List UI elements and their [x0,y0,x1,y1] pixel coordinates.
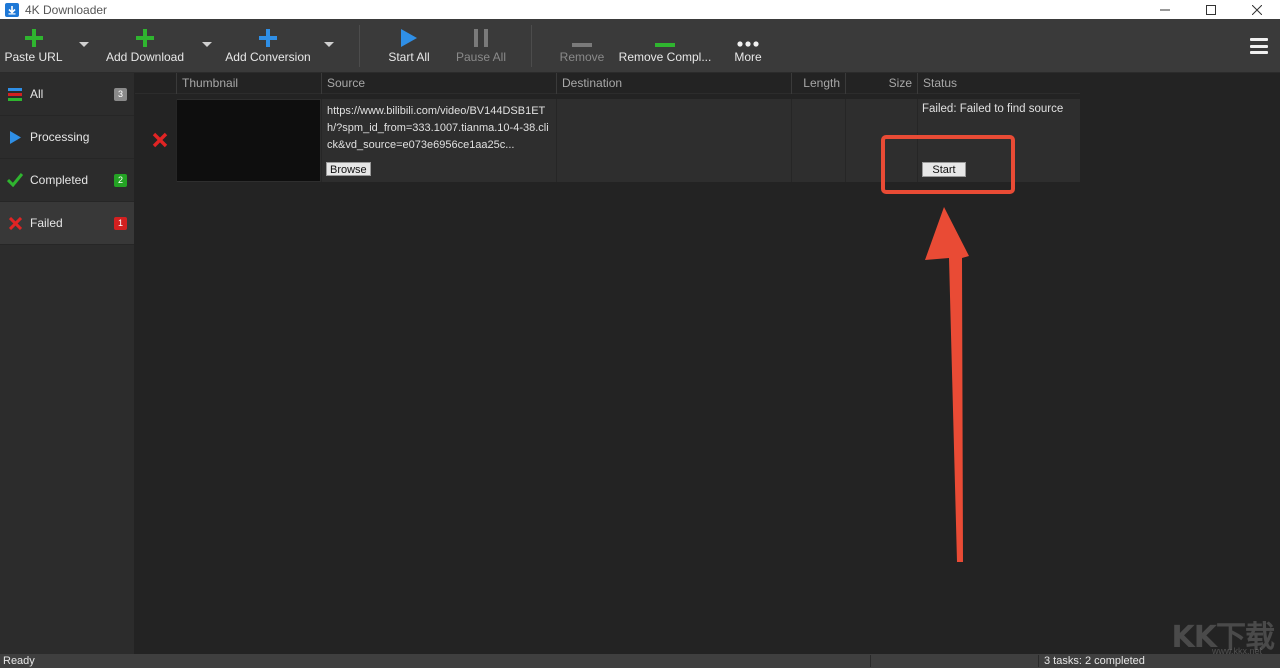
column-header-destination[interactable]: Destination [556,73,791,94]
sidebar-item-label: Completed [30,173,89,187]
browse-button[interactable]: Browse [326,162,371,176]
plus-icon [136,19,154,49]
status-task-summary: 3 tasks: 2 completed [1044,655,1145,667]
column-header-source[interactable]: Source [321,73,556,94]
minus-green-icon [655,19,675,49]
table-header: Thumbnail Source Destination Length Size… [135,73,1080,94]
status-divider [870,655,871,667]
downloads-table: Thumbnail Source Destination Length Size… [135,73,1080,182]
count-badge: 3 [114,88,127,101]
watermark-url: www.kkx.net [1211,646,1262,656]
toolbar: Paste URL Add Download Add Conversion St… [0,19,1280,73]
paste-url-button[interactable]: Paste URL [4,19,63,73]
status-text: Failed: Failed to find source [922,103,1064,115]
toolbar-divider [531,25,532,67]
toolbar-divider [359,25,360,67]
length-cell [791,99,845,182]
play-icon [401,19,417,49]
download-app-icon [5,2,19,17]
close-icon [1252,4,1262,15]
minus-icon [572,19,592,49]
close-button[interactable] [1234,0,1280,19]
remove-completed-button[interactable]: Remove Compl... [619,19,711,73]
source-url: https://www.bilibili.com/video/BV144DSB1… [327,105,549,151]
column-header-status[interactable]: Status [917,73,1080,94]
add-download-button[interactable]: Add Download [104,19,186,73]
sidebar: All 3 Processing Completed 2 Failed 1 [0,73,134,654]
status-bar: Ready 3 tasks: 2 completed [0,654,1280,668]
pause-all-button[interactable]: Pause All [455,19,507,73]
minimize-button[interactable] [1142,0,1188,19]
minimize-icon [1160,9,1170,10]
column-header-thumbnail[interactable]: Thumbnail [176,73,321,94]
status-ready: Ready [3,655,35,667]
paste-url-label: Paste URL [4,50,63,64]
menu-hamburger-icon[interactable] [1250,38,1268,54]
add-download-dropdown-icon[interactable] [202,42,212,47]
column-header-size[interactable]: Size [845,73,917,94]
start-all-button[interactable]: Start All [384,19,434,73]
add-conversion-label: Add Conversion [225,50,311,64]
sidebar-item-failed[interactable]: Failed 1 [0,202,134,245]
list-icon [0,87,30,101]
start-all-label: Start All [388,50,430,64]
sidebar-item-processing[interactable]: Processing [0,116,134,159]
sidebar-item-label: Failed [30,216,63,230]
plus-blue-icon [259,19,277,49]
remove-label: Remove [559,50,605,64]
maximize-icon [1206,4,1216,15]
add-conversion-dropdown-icon[interactable] [324,42,334,47]
remove-completed-label: Remove Compl... [618,50,712,64]
destination-cell [556,99,791,182]
sidebar-item-label: All [30,87,44,101]
pause-all-label: Pause All [455,50,507,64]
thumbnail-image [177,100,320,181]
title-bar: 4K Downloader [0,0,1280,19]
add-download-label: Add Download [105,50,185,64]
pause-icon [474,19,488,49]
sidebar-item-label: Processing [30,130,90,144]
more-label: More [734,50,762,64]
column-header-length[interactable]: Length [791,73,845,94]
more-button[interactable]: More [730,19,766,73]
more-dots-icon [737,19,759,49]
plus-icon [24,19,43,49]
remove-button[interactable]: Remove [558,19,606,73]
status-divider [1038,655,1039,667]
maximize-button[interactable] [1188,0,1234,19]
check-icon [0,173,30,187]
annotation-highlight-box [881,135,1015,194]
play-icon [0,130,30,144]
paste-url-dropdown-icon[interactable] [79,42,89,47]
window-title: 4K Downloader [25,2,108,17]
sidebar-item-completed[interactable]: Completed 2 [0,159,134,202]
count-badge: 1 [114,217,127,230]
count-badge: 2 [114,174,127,187]
sidebar-item-all[interactable]: All 3 [0,73,134,116]
x-icon [0,216,30,230]
failed-x-icon[interactable] [152,132,168,148]
add-conversion-button[interactable]: Add Conversion [224,19,312,73]
